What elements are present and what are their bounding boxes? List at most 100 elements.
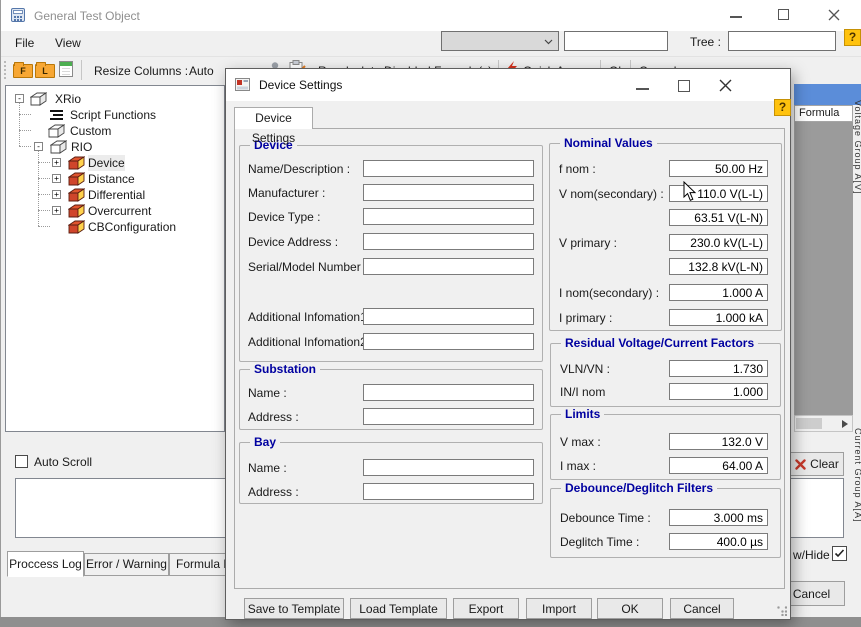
expand-icon[interactable]: + <box>52 158 61 167</box>
tab-device-settings[interactable]: Device Settings <box>234 107 313 129</box>
toolbar-grip[interactable] <box>4 61 6 79</box>
load-folder-icon[interactable]: L <box>35 64 55 78</box>
expand-icon[interactable]: + <box>52 174 61 183</box>
clear-button[interactable]: Clear <box>790 452 844 476</box>
clear-x-icon <box>795 459 806 470</box>
manufacturer-label: Manufacturer : <box>248 186 325 200</box>
i-primary-input[interactable] <box>669 309 768 326</box>
vln-vn-label: VLN/VN : <box>560 362 610 376</box>
toolbar-combobox[interactable] <box>441 31 559 51</box>
side-tab-voltage-group[interactable]: Voltage Group A[V] <box>853 100 861 235</box>
tree-line <box>19 130 31 131</box>
deglitch-time-input[interactable] <box>669 533 768 550</box>
v-max-input[interactable] <box>669 433 768 450</box>
device-settings-icon <box>235 78 250 91</box>
app-calculator-icon <box>11 8 25 22</box>
vln-vn-input[interactable] <box>669 360 768 377</box>
tree-input[interactable] <box>728 31 836 51</box>
additional-info1-input[interactable] <box>363 308 534 325</box>
formula-table-body <box>794 122 853 415</box>
cancel-button[interactable]: Cancel <box>670 598 734 619</box>
menubar: File View Tree : ? <box>1 31 861 56</box>
selected-header-bar <box>794 84 861 105</box>
tree-line <box>19 100 20 146</box>
v-nom-secondary-label: V nom(secondary) : <box>559 187 664 201</box>
device-type-input[interactable] <box>363 208 534 225</box>
check-icon <box>834 548 845 559</box>
v-nom-ln-input[interactable] <box>669 209 768 226</box>
export-button[interactable]: Export <box>453 598 519 619</box>
i-nom-secondary-input[interactable] <box>669 284 768 301</box>
side-tab-current-group[interactable]: Current Group A[A] <box>853 428 861 563</box>
ok-button[interactable]: OK <box>597 598 663 619</box>
cube-red-icon <box>68 220 85 234</box>
serial-model-input[interactable] <box>363 258 534 275</box>
dialog-help-button[interactable]: ? <box>774 99 791 116</box>
limits-title: Limits <box>561 407 604 421</box>
additional-info1-label: Additional Infomation1 : <box>248 310 373 324</box>
debounce-deglitch-group: Debounce/Deglitch Filters Debounce Time … <box>550 488 781 558</box>
import-button[interactable]: Import <box>526 598 592 619</box>
bay-name-input[interactable] <box>363 459 534 476</box>
scrollbar-thumb[interactable] <box>796 418 822 429</box>
open-file-folder-icon[interactable]: F <box>13 64 33 78</box>
tab-process-log[interactable]: Proccess Log <box>7 551 84 577</box>
debounce-time-input[interactable] <box>669 509 768 526</box>
substation-name-input[interactable] <box>363 384 534 401</box>
substation-group: Substation Name : Address : <box>239 369 543 430</box>
close-button[interactable] <box>828 9 840 21</box>
script-functions-icon <box>49 109 64 121</box>
menu-view[interactable]: View <box>51 34 85 52</box>
maximize-button[interactable] <box>778 9 789 20</box>
in-inom-input[interactable] <box>669 383 768 400</box>
residual-factors-title: Residual Voltage/Current Factors <box>561 336 758 350</box>
bay-address-input[interactable] <box>363 483 534 500</box>
cube-white-icon <box>48 124 65 138</box>
dialog-maximize-button[interactable] <box>678 80 690 92</box>
expand-icon[interactable]: + <box>52 206 61 215</box>
dialog-close-button[interactable] <box>719 79 732 92</box>
cube-white-icon <box>50 140 67 154</box>
dialog-minimize-button[interactable] <box>636 88 649 90</box>
device-address-input[interactable] <box>363 233 534 250</box>
resize-columns-label: Resize Columns : <box>94 64 188 78</box>
additional-info2-label: Additional Infomation2 : <box>248 335 373 349</box>
help-button[interactable]: ? <box>844 29 861 46</box>
horizontal-scrollbar[interactable] <box>794 415 853 432</box>
tree-line <box>38 162 50 163</box>
f-nom-label: f nom : <box>559 162 596 176</box>
notepad-icon[interactable] <box>59 61 73 77</box>
v-primary-ln-input[interactable] <box>669 258 768 275</box>
v-max-label: V max : <box>560 435 601 449</box>
tab-error-warning[interactable]: Error / Warning <box>84 553 169 576</box>
resize-columns-value[interactable]: Auto <box>189 64 214 78</box>
save-to-template-button[interactable]: Save to Template <box>244 598 344 619</box>
name-description-label: Name/Description : <box>248 162 350 176</box>
dialog-title: Device Settings <box>259 78 342 92</box>
substation-address-input[interactable] <box>363 408 534 425</box>
show-hide-checkbox[interactable] <box>832 546 847 561</box>
manufacturer-input[interactable] <box>363 184 534 201</box>
name-description-input[interactable] <box>363 160 534 177</box>
collapse-icon[interactable]: - <box>15 94 24 103</box>
chevron-down-icon <box>544 39 553 45</box>
load-template-button[interactable]: Load Template <box>350 598 447 619</box>
menu-file[interactable]: File <box>11 34 38 52</box>
v-primary-input[interactable] <box>669 234 768 251</box>
scroll-right-icon[interactable] <box>841 419 849 429</box>
tree-line <box>38 178 50 179</box>
substation-address-label: Address : <box>248 410 299 424</box>
formula-column-header[interactable]: Formula <box>794 105 853 122</box>
minimize-button[interactable] <box>730 16 742 18</box>
v-primary-label: V primary : <box>559 236 617 250</box>
tree-line <box>38 148 39 226</box>
expand-icon[interactable]: + <box>52 190 61 199</box>
toolbar-text-input[interactable] <box>564 31 668 51</box>
collapse-icon[interactable]: - <box>34 142 43 151</box>
i-max-input[interactable] <box>669 457 768 474</box>
f-nom-input[interactable] <box>669 160 768 177</box>
cube-white-icon <box>30 92 47 106</box>
resize-grip[interactable] <box>777 606 787 616</box>
additional-info2-input[interactable] <box>363 333 534 350</box>
auto-scroll-checkbox[interactable] <box>15 455 28 468</box>
